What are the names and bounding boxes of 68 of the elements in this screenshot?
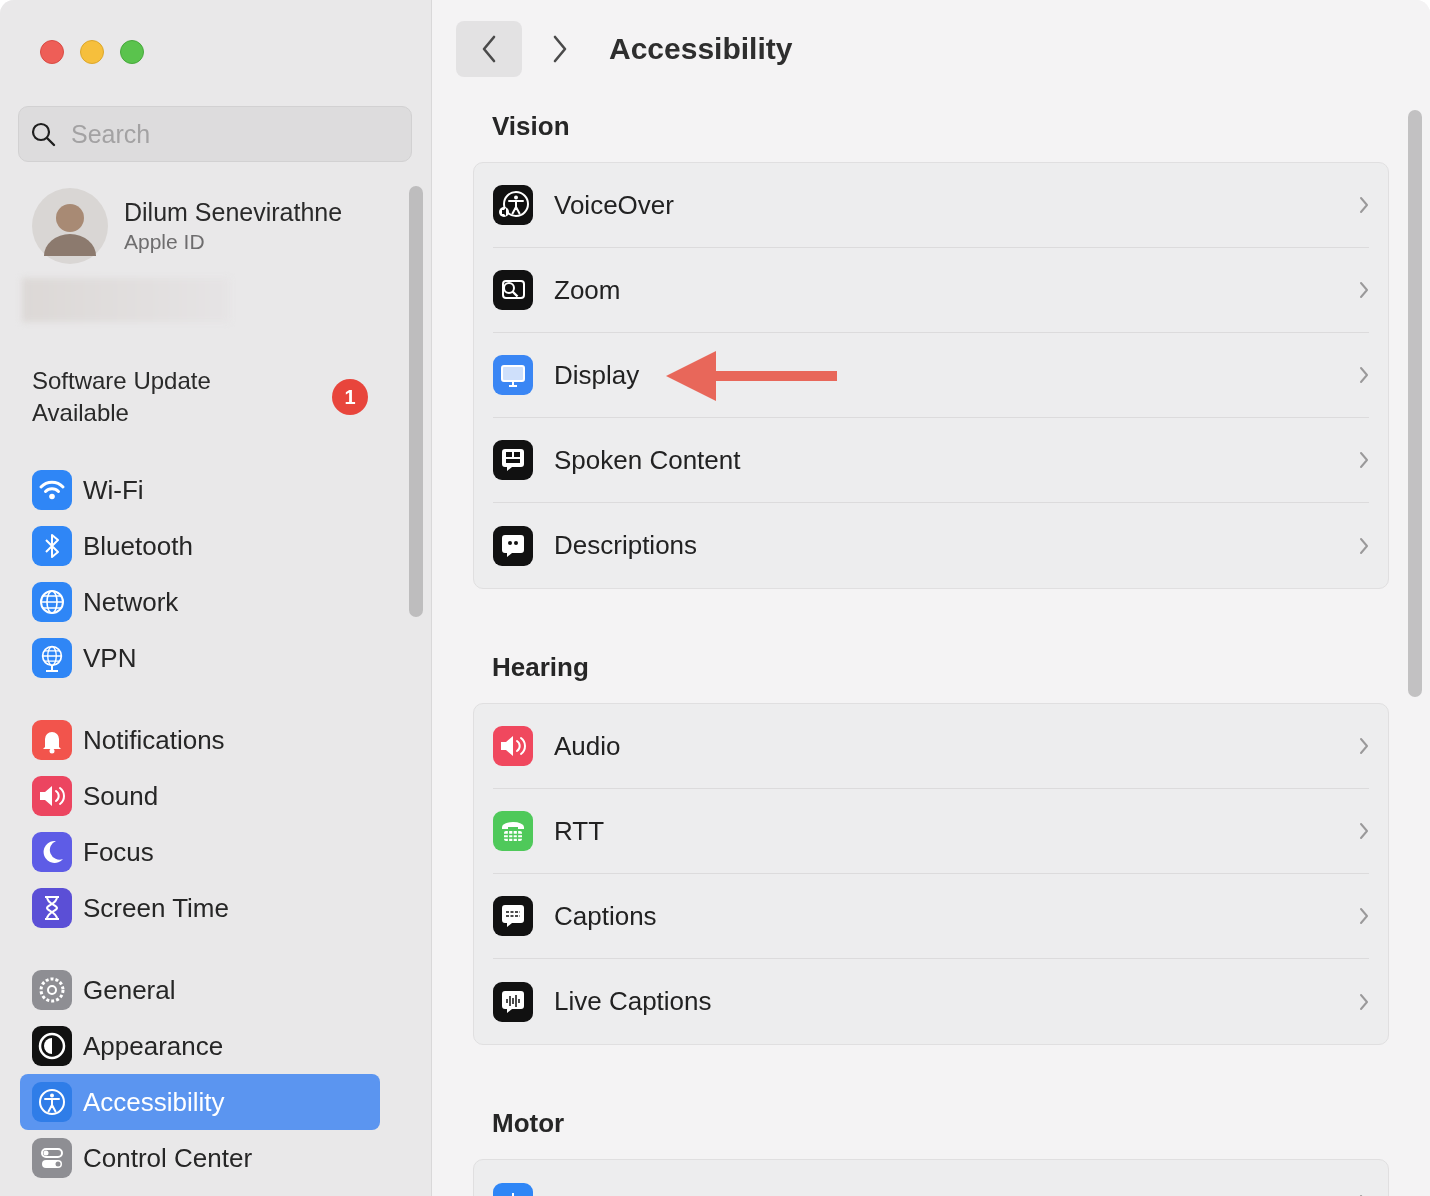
account-subtitle: Apple ID <box>124 229 206 255</box>
globe-icon <box>32 582 72 622</box>
section-heading: Motor <box>492 1108 565 1138</box>
wifi-icon <box>32 470 72 510</box>
speaker-icon <box>493 726 533 766</box>
chevron-icon <box>1359 737 1369 755</box>
chevron-icon <box>1359 992 1369 1011</box>
voiceover-icon <box>493 185 533 225</box>
chevron-icon <box>1359 196 1369 214</box>
software-update-label[interactable]: Software Update Available <box>32 365 282 429</box>
sidebar-item[interactable]: Notifications <box>20 712 380 768</box>
sidebar-item[interactable]: VPN <box>20 630 380 686</box>
sidebar-item[interactable]: Appearance <box>20 1018 380 1074</box>
toggles-icon <box>32 1138 72 1178</box>
settings-row[interactable]: Descriptions <box>493 503 1369 588</box>
back-icon <box>481 34 497 63</box>
gear-icon <box>32 970 72 1010</box>
forward-icon <box>552 34 568 63</box>
chevron-icon <box>1359 366 1369 384</box>
sidebar-item[interactable]: Bluetooth <box>20 518 380 574</box>
bell-icon <box>32 720 72 760</box>
notification-badge: 1 <box>332 379 368 415</box>
sidebar-item[interactable]: Control Center <box>20 1130 380 1186</box>
zoom-button[interactable] <box>120 40 144 64</box>
sidebar-item[interactable]: Sound <box>20 768 380 824</box>
settings-row[interactable]: Captions <box>493 874 1369 959</box>
zoom-icon <box>493 270 533 310</box>
search-field[interactable]: Search <box>18 106 412 162</box>
settings-row[interactable]: RTT <box>493 789 1369 874</box>
chevron-icon <box>1359 907 1369 925</box>
settings-row[interactable]: Spoken Content <box>493 418 1369 503</box>
settings-row[interactable]: Display <box>493 333 1369 418</box>
window-title: Accessibility <box>609 31 793 67</box>
search-icon <box>30 121 56 147</box>
settings-row[interactable]: VoiceOver <box>493 163 1369 248</box>
minimize-button[interactable] <box>80 40 104 64</box>
monitor-icon <box>493 355 533 395</box>
scrollbar[interactable] <box>1408 110 1422 697</box>
chevron-icon <box>1359 281 1369 299</box>
moon-icon <box>32 832 72 872</box>
settings-row[interactable]: Audio <box>493 704 1369 789</box>
waveform-bubble-icon <box>493 981 533 1022</box>
sidebar-item[interactable]: Network <box>20 574 380 630</box>
quote-bubble-icon <box>493 525 533 566</box>
hourglass-icon <box>32 888 72 928</box>
settings-row[interactable]: Live Captions <box>493 959 1369 1044</box>
close-button[interactable] <box>40 40 64 64</box>
section-heading: Hearing <box>492 652 589 682</box>
sidebar-item[interactable]: Screen Time <box>20 880 380 936</box>
bluetooth-icon <box>32 526 72 566</box>
globe-stand-icon <box>32 638 72 678</box>
scrollbar[interactable] <box>409 186 423 617</box>
chevron-icon <box>1359 451 1369 469</box>
accessibility-icon <box>32 1082 72 1122</box>
chevron-icon <box>1359 822 1369 840</box>
chevron-icon <box>1359 536 1369 555</box>
sidebar-item[interactable]: Focus <box>20 824 380 880</box>
back-button[interactable] <box>456 20 522 77</box>
captions-bubble-icon <box>493 896 533 936</box>
settings-row[interactable]: Zoom <box>493 248 1369 333</box>
phone-icon <box>493 811 533 851</box>
sidebar-item[interactable]: Wi-Fi <box>20 462 380 518</box>
avatar[interactable] <box>32 188 108 264</box>
sidebar-item[interactable]: General <box>20 962 380 1018</box>
section-heading: Vision <box>492 111 570 141</box>
account-name: Dilum Senevirathne <box>124 197 343 228</box>
speech-bubble-icon <box>493 440 533 480</box>
speaker-icon <box>32 776 72 816</box>
